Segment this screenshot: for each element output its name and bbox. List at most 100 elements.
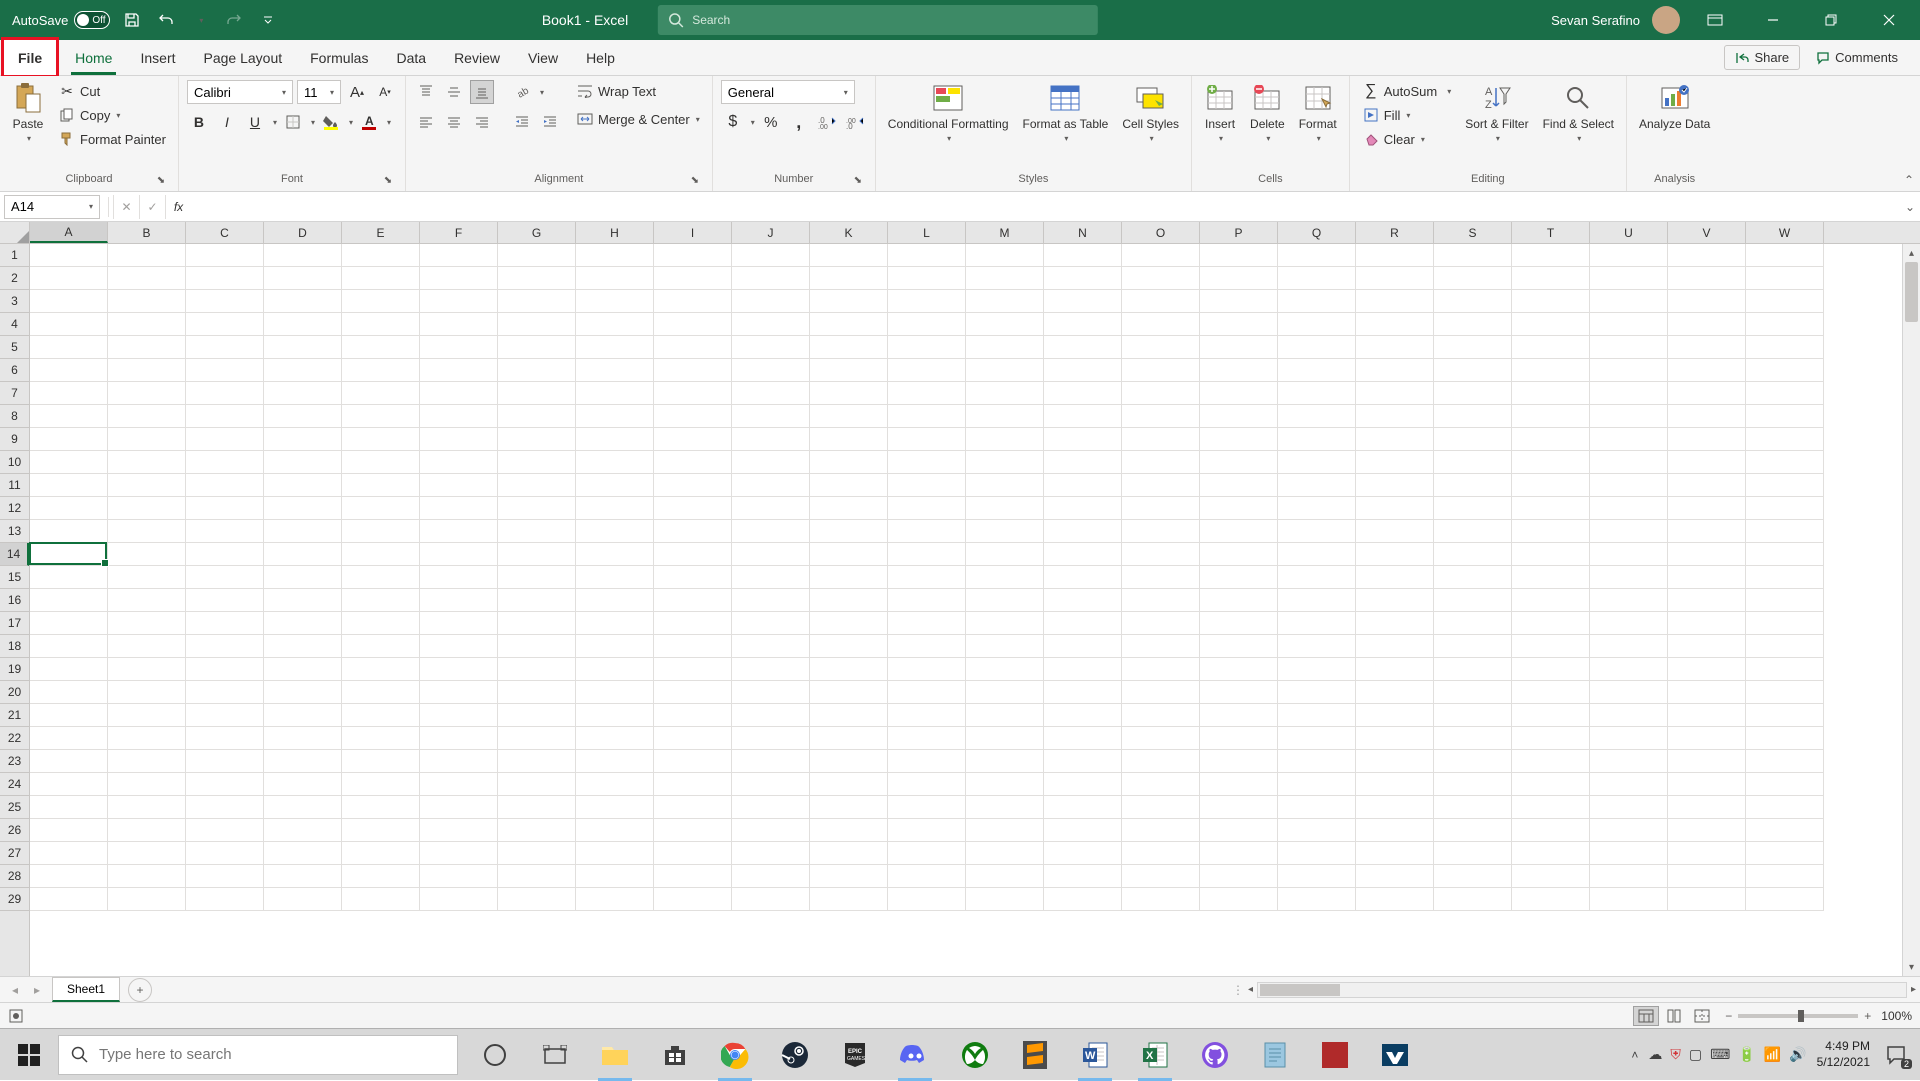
cell[interactable] bbox=[810, 842, 888, 865]
cell[interactable] bbox=[342, 382, 420, 405]
cell[interactable] bbox=[1746, 704, 1824, 727]
tab-file[interactable]: File bbox=[1, 37, 59, 78]
close-button[interactable] bbox=[1866, 0, 1912, 40]
cell[interactable] bbox=[810, 658, 888, 681]
fill-color-button[interactable] bbox=[319, 110, 343, 134]
cell[interactable] bbox=[810, 336, 888, 359]
cell[interactable] bbox=[1512, 658, 1590, 681]
tab-formulas[interactable]: Formulas bbox=[296, 40, 382, 75]
cell[interactable] bbox=[342, 658, 420, 681]
cell[interactable] bbox=[1746, 428, 1824, 451]
cell[interactable] bbox=[1044, 359, 1122, 382]
cell[interactable] bbox=[1044, 589, 1122, 612]
cell[interactable] bbox=[420, 405, 498, 428]
cell[interactable] bbox=[1668, 566, 1746, 589]
alignment-launcher[interactable]: ⬊ bbox=[688, 173, 702, 187]
cell[interactable] bbox=[654, 313, 732, 336]
cell[interactable] bbox=[1200, 428, 1278, 451]
xbox-icon[interactable] bbox=[946, 1029, 1004, 1081]
cell[interactable] bbox=[576, 267, 654, 290]
cell[interactable] bbox=[1278, 313, 1356, 336]
cell[interactable] bbox=[654, 589, 732, 612]
orientation-button[interactable]: ab bbox=[510, 80, 534, 104]
cell[interactable] bbox=[1434, 474, 1512, 497]
cell[interactable] bbox=[1122, 290, 1200, 313]
cell[interactable] bbox=[654, 451, 732, 474]
row-header[interactable]: 2 bbox=[0, 267, 29, 290]
cell[interactable] bbox=[498, 704, 576, 727]
github-desktop-icon[interactable] bbox=[1186, 1029, 1244, 1081]
sublime-text-icon[interactable] bbox=[1006, 1029, 1064, 1081]
cell[interactable] bbox=[498, 773, 576, 796]
increase-decimal-button[interactable]: .0.00 bbox=[815, 110, 839, 134]
undo-dropdown[interactable]: ▾ bbox=[188, 8, 212, 32]
cell[interactable] bbox=[1668, 474, 1746, 497]
cell[interactable] bbox=[888, 796, 966, 819]
column-header[interactable]: A bbox=[30, 222, 108, 243]
cell[interactable] bbox=[732, 750, 810, 773]
cell[interactable] bbox=[264, 796, 342, 819]
orientation-dropdown[interactable]: ▾ bbox=[540, 88, 544, 97]
cell[interactable] bbox=[342, 819, 420, 842]
cell[interactable] bbox=[1044, 658, 1122, 681]
column-header[interactable]: V bbox=[1668, 222, 1746, 243]
cell[interactable] bbox=[1122, 428, 1200, 451]
cell[interactable] bbox=[1356, 520, 1434, 543]
cell[interactable] bbox=[108, 842, 186, 865]
cell[interactable] bbox=[654, 474, 732, 497]
cell[interactable] bbox=[810, 290, 888, 313]
sheet-nav-prev[interactable]: ◂ bbox=[6, 981, 24, 999]
cell[interactable] bbox=[1746, 290, 1824, 313]
cell[interactable] bbox=[186, 773, 264, 796]
cell[interactable] bbox=[576, 658, 654, 681]
cell[interactable] bbox=[1590, 727, 1668, 750]
cell[interactable] bbox=[1746, 842, 1824, 865]
cell[interactable] bbox=[654, 727, 732, 750]
cell[interactable] bbox=[1278, 244, 1356, 267]
borders-button[interactable] bbox=[281, 110, 305, 134]
cortana-icon[interactable] bbox=[466, 1029, 524, 1081]
cell[interactable] bbox=[576, 612, 654, 635]
cell[interactable] bbox=[1356, 474, 1434, 497]
bold-button[interactable]: B bbox=[187, 110, 211, 134]
cell[interactable] bbox=[1512, 727, 1590, 750]
cell[interactable] bbox=[1746, 336, 1824, 359]
cell[interactable] bbox=[888, 704, 966, 727]
cell[interactable] bbox=[30, 405, 108, 428]
tab-insert[interactable]: Insert bbox=[126, 40, 189, 75]
cell[interactable] bbox=[1746, 796, 1824, 819]
cell[interactable] bbox=[342, 428, 420, 451]
ribbon-display-options[interactable] bbox=[1692, 0, 1738, 40]
cell[interactable] bbox=[732, 681, 810, 704]
cell[interactable] bbox=[888, 589, 966, 612]
cell[interactable] bbox=[1122, 451, 1200, 474]
cell[interactable] bbox=[966, 658, 1044, 681]
cell[interactable] bbox=[1590, 842, 1668, 865]
cell[interactable] bbox=[342, 566, 420, 589]
app-icon-2[interactable] bbox=[1366, 1029, 1424, 1081]
cell[interactable] bbox=[1044, 244, 1122, 267]
avatar[interactable] bbox=[1652, 6, 1680, 34]
cell[interactable] bbox=[810, 635, 888, 658]
cell[interactable] bbox=[342, 244, 420, 267]
decrease-indent-button[interactable] bbox=[510, 110, 534, 134]
cell[interactable] bbox=[1356, 451, 1434, 474]
cell[interactable] bbox=[1434, 635, 1512, 658]
cell[interactable] bbox=[264, 405, 342, 428]
cell[interactable] bbox=[888, 727, 966, 750]
cell[interactable] bbox=[1434, 382, 1512, 405]
cell[interactable] bbox=[1200, 704, 1278, 727]
cell[interactable] bbox=[966, 681, 1044, 704]
cell[interactable] bbox=[888, 819, 966, 842]
tab-home[interactable]: Home bbox=[61, 40, 126, 75]
cell[interactable] bbox=[30, 842, 108, 865]
cell[interactable] bbox=[1590, 773, 1668, 796]
font-size-select[interactable]: 11▾ bbox=[297, 80, 341, 104]
cell[interactable] bbox=[888, 750, 966, 773]
cell[interactable] bbox=[1278, 428, 1356, 451]
cell[interactable] bbox=[1200, 336, 1278, 359]
cell[interactable] bbox=[420, 612, 498, 635]
cell[interactable] bbox=[498, 244, 576, 267]
cell[interactable] bbox=[30, 336, 108, 359]
row-header[interactable]: 8 bbox=[0, 405, 29, 428]
